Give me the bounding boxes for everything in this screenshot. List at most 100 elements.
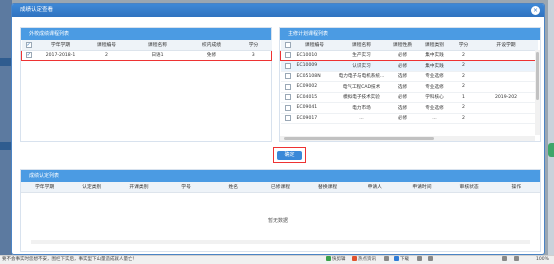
- status-item[interactable]: 快剪辑: [326, 256, 346, 264]
- zoom-icon: [514, 256, 519, 261]
- select-all-checkbox[interactable]: [280, 40, 295, 51]
- cell-term: 2017-2018-1: [35, 49, 86, 61]
- cell-name: 生产实习: [334, 49, 389, 61]
- recognition-list-title: 成绩认定列表: [21, 170, 540, 182]
- cell-nature: 选修: [388, 71, 417, 82]
- cell-nature: 必修: [388, 49, 417, 61]
- major-plan-courses-panel: 主修计划课程列表 课程编号 课程名称 课程性质 课程类别 学分 开设学期 EC1…: [279, 27, 541, 142]
- col-grade: 校内成绩: [187, 40, 236, 51]
- row-checkbox[interactable]: [280, 81, 295, 93]
- cell-category: 专业选修: [416, 71, 453, 82]
- zoom-level[interactable]: 100%: [536, 256, 549, 264]
- side-float-tab[interactable]: [548, 143, 554, 157]
- major-plan-courses-title: 主修计划课程列表: [280, 28, 540, 40]
- table-row[interactable]: EC09017... 必修... 2: [280, 113, 538, 124]
- cell-code: 2: [85, 49, 128, 61]
- status-item[interactable]: [417, 256, 423, 264]
- horizontal-scrollbar[interactable]: [280, 136, 535, 141]
- confirm-button[interactable]: 确定: [277, 151, 302, 160]
- col-term: 学年学期: [35, 40, 86, 51]
- close-icon[interactable]: ×: [531, 6, 540, 15]
- cell-name: 电力电子与电机系统...: [334, 71, 389, 82]
- cell-term: [474, 60, 538, 72]
- external-courses-title: 外校成绩课程列表: [21, 28, 271, 40]
- video-edit-icon: [326, 256, 331, 261]
- cell-category: 学科核心: [416, 92, 453, 103]
- cell-code: EC09002: [294, 81, 335, 93]
- table-row[interactable]: EC10010 生产实习 必修 集中实践 2: [280, 49, 538, 61]
- cell-credit: 2: [452, 49, 475, 61]
- col-student-name: 姓名: [209, 182, 257, 193]
- confirm-highlight: 确定: [273, 147, 306, 163]
- grade-recognition-dialog: 成绩认定查看 × 外校成绩课程列表 ✓ 学年学期 课程编号 课程名称 校内成绩 …: [11, 3, 545, 255]
- cell-nature: 必修: [388, 113, 417, 124]
- cell-credit: 2: [452, 71, 475, 82]
- table-row[interactable]: EC09041 电力市场 选修 专业选修 2: [280, 102, 538, 114]
- col-name: 课程名称: [334, 40, 389, 51]
- col-name: 课程名称: [127, 40, 188, 51]
- table-row[interactable]: EC05108N 电力电子与电机系统... 选修 专业选修 2: [280, 71, 538, 82]
- col-taken-course: 已修课程: [256, 182, 305, 193]
- cell-code: EC10009: [294, 60, 335, 72]
- cell-term: [474, 81, 538, 93]
- background-right-edge: [548, 0, 554, 258]
- table-row[interactable]: EC10009 认识实习 必修 集中实践 2: [280, 60, 538, 72]
- cell-credit: 2: [452, 102, 475, 114]
- news-icon: [352, 256, 357, 261]
- select-all-checkbox[interactable]: ✓: [21, 40, 36, 51]
- dialog-title: 成绩认定查看: [20, 7, 54, 13]
- row-checkbox[interactable]: [280, 92, 295, 103]
- horizontal-scrollbar[interactable]: [31, 240, 530, 244]
- col-student-id: 学号: [162, 182, 210, 193]
- status-item[interactable]: [514, 256, 520, 264]
- dialog-titlebar: 成绩认定查看 ×: [12, 4, 544, 17]
- row-checkbox[interactable]: [280, 71, 295, 82]
- row-checkbox[interactable]: [280, 102, 295, 114]
- status-item[interactable]: [384, 256, 390, 264]
- cell-nature: 选修: [388, 102, 417, 114]
- cell-credit: 2: [452, 81, 475, 93]
- cell-nature: 必修: [388, 92, 417, 103]
- empty-state-text: 暂无数据: [267, 218, 288, 224]
- status-item[interactable]: [428, 256, 434, 264]
- col-recog-type: 认定类别: [68, 182, 116, 193]
- cell-code: EC09017: [294, 113, 335, 124]
- cell-credit: 3: [235, 49, 272, 61]
- cell-term: [474, 71, 538, 82]
- cell-nature: 必修: [388, 60, 417, 72]
- col-credit: 学分: [235, 40, 272, 51]
- col-applicant: 申请人: [351, 182, 399, 193]
- status-item[interactable]: 热点资讯: [352, 256, 376, 264]
- cell-term: [474, 113, 538, 124]
- status-item[interactable]: 下载: [394, 256, 409, 264]
- table-row[interactable]: EC04015 模拟电子技术实验 必修 学科核心 1 2019-202: [280, 92, 538, 103]
- row-checkbox[interactable]: ✓: [21, 49, 36, 61]
- cell-code: EC04015: [294, 92, 335, 103]
- browser-statusbar: 要不会事实时您想不安，围栏下实后，事实型下山量造成就人量亡！ 快剪辑 热点资讯 …: [0, 255, 554, 264]
- col-category: 课程类别: [416, 40, 453, 51]
- cell-credit: 2: [452, 60, 475, 72]
- cell-category: 集中实践: [416, 60, 453, 72]
- col-nature: 课程性质: [388, 40, 417, 51]
- cell-credit: 2: [452, 113, 475, 124]
- vertical-scrollbar[interactable]: [535, 50, 540, 135]
- cell-category: 专业选修: [416, 81, 453, 93]
- col-term: 开设学期: [474, 40, 538, 51]
- cell-name: ...: [334, 113, 389, 124]
- recognition-list-table: 学年学期 认定类别 开课类别 学号 姓名 已修课程 替换课程 申请人 申请时间 …: [21, 182, 540, 193]
- cell-term: 2019-202: [474, 92, 538, 103]
- tool-icon: [417, 256, 422, 261]
- row-checkbox[interactable]: [280, 113, 295, 124]
- col-code: 课程编号: [294, 40, 335, 51]
- col-code: 课程编号: [85, 40, 128, 51]
- speaker-icon: [502, 256, 507, 261]
- cell-name: 日语1: [127, 49, 188, 61]
- tool-icon: [428, 256, 433, 261]
- cell-category: 专业选修: [416, 102, 453, 114]
- table-row[interactable]: ✓ 2017-2018-1 2 日语1 免修 3: [21, 49, 272, 61]
- row-checkbox[interactable]: [280, 49, 295, 61]
- table-row[interactable]: EC09002 电气工程CAD技术 选修 专业选修 2: [280, 81, 538, 93]
- row-checkbox[interactable]: [280, 60, 295, 72]
- col-term: 学年学期: [21, 182, 69, 193]
- status-item[interactable]: [502, 256, 508, 264]
